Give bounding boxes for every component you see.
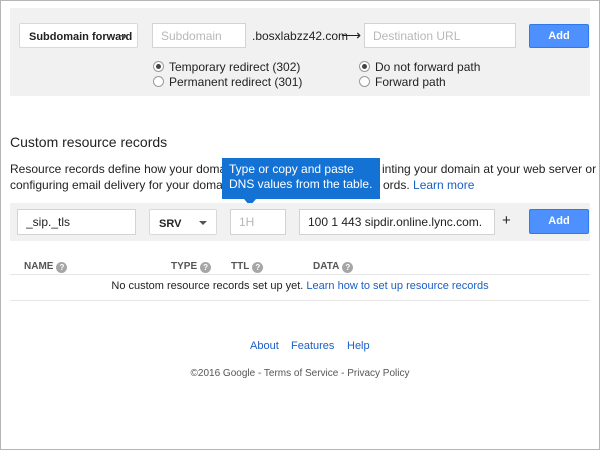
description-line2-end: ords. Learn more — [383, 178, 475, 192]
dns-tooltip: Type or copy and paste DNS values from t… — [222, 158, 380, 199]
record-type-label: SRV — [159, 218, 182, 230]
help-icon[interactable]: ? — [342, 262, 354, 273]
arrow-right-icon: ⟶ — [341, 27, 362, 43]
record-type-dropdown[interactable]: SRV — [149, 209, 217, 235]
forward-path-radio[interactable]: Forward path — [359, 75, 489, 89]
destination-url-input[interactable] — [364, 23, 516, 48]
learn-resource-records-link[interactable]: Learn how to set up resource records — [306, 280, 488, 292]
description-line1-end: inting your domain at your web server or — [382, 162, 597, 176]
subdomain-input[interactable] — [152, 23, 246, 48]
radio-selected-icon — [359, 61, 370, 72]
do-not-forward-path-radio[interactable]: Do not forward path — [359, 60, 489, 74]
record-data-input[interactable] — [299, 209, 495, 235]
help-icon[interactable]: ? — [56, 262, 68, 273]
footer-link-help[interactable]: Help — [347, 340, 370, 352]
help-icon[interactable]: ? — [252, 262, 264, 273]
learn-more-link[interactable]: Learn more — [413, 178, 474, 192]
permanent-redirect-radio[interactable]: Permanent redirect (301) — [153, 75, 313, 89]
ttl-input[interactable] — [230, 209, 286, 235]
column-header-data: DATA? — [313, 261, 354, 273]
forward-type-label: Subdomain forward — [29, 31, 133, 43]
header-divider — [10, 274, 590, 275]
forward-type-dropdown[interactable]: Subdomain forward — [19, 23, 138, 48]
section-title: Custom resource records — [10, 134, 168, 150]
forward-add-button[interactable]: Add — [529, 24, 589, 48]
domain-text: .bosxlabzz42.com — [252, 29, 349, 43]
footer-link-about[interactable]: About — [250, 340, 279, 352]
description-line2-start: configuring email delivery for your doma… — [10, 178, 247, 192]
empty-state-message: No custom resource records set up yet. L… — [111, 280, 489, 292]
chevron-down-icon — [199, 221, 207, 225]
chevron-down-icon — [120, 35, 128, 39]
radio-selected-icon — [153, 61, 164, 72]
help-icon[interactable]: ? — [200, 262, 212, 273]
record-add-button[interactable]: Add — [529, 209, 589, 234]
description-line1-start: Resource records define how your domain … — [10, 162, 246, 176]
radio-unselected-icon — [153, 76, 164, 87]
temporary-redirect-radio[interactable]: Temporary redirect (302) — [153, 60, 313, 74]
column-header-name: NAME? — [24, 261, 68, 273]
add-field-plus-icon[interactable]: + — [502, 212, 511, 229]
record-name-input[interactable] — [17, 209, 136, 235]
column-header-ttl: TTL? — [231, 261, 264, 273]
copyright-text: ©2016 Google - Terms of Service - Privac… — [190, 368, 410, 379]
radio-unselected-icon — [359, 76, 370, 87]
footer-link-features[interactable]: Features — [291, 340, 334, 352]
column-header-type: TYPE? — [171, 261, 212, 273]
table-bottom-divider — [10, 300, 590, 301]
